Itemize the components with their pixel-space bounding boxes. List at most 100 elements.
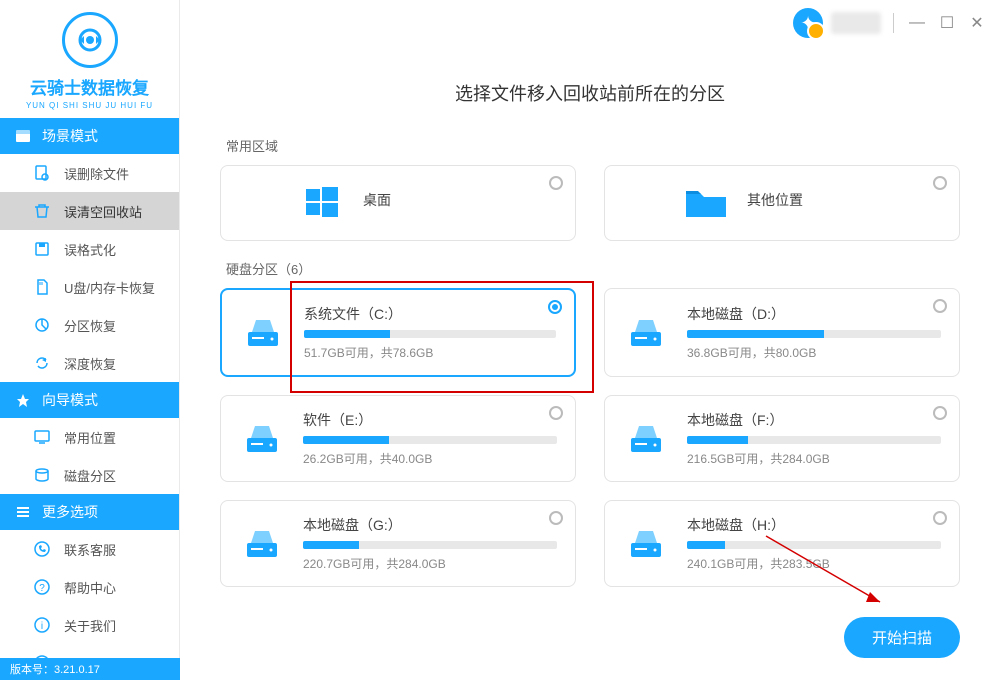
disk-usage-bar	[687, 330, 941, 338]
common-grid: 桌面 其他位置	[220, 165, 960, 241]
sidebar-item-deep[interactable]: 深度恢复	[0, 344, 179, 382]
section-label: 更多选项	[42, 502, 98, 522]
sidebar-item-label: 常用位置	[64, 428, 116, 447]
card-title: 其他位置	[747, 190, 803, 210]
page-title: 选择文件移入回收站前所在的分区	[220, 80, 960, 106]
sidebar-item-contact[interactable]: 联系客服	[0, 530, 179, 568]
logo-subtitle: YUN QI SHI SHU JU HUI FU	[0, 101, 179, 110]
radio-indicator	[933, 299, 947, 313]
sidebar-item-format[interactable]: 误格式化	[0, 230, 179, 268]
save-icon	[32, 239, 52, 259]
sidebar-item-common-location[interactable]: 常用位置	[0, 418, 179, 456]
drive-icon	[239, 521, 285, 567]
version-bar: 版本号：3.21.0.17	[0, 658, 180, 680]
drive-icon	[239, 416, 285, 462]
sidebar-item-usb[interactable]: U盘/内存卡恢复	[0, 268, 179, 306]
sidebar: 云骑士数据恢复 YUN QI SHI SHU JU HUI FU 场景模式 误删…	[0, 0, 180, 680]
disk-usage-bar	[687, 436, 941, 444]
disk-card-2[interactable]: 软件（E:） 26.2GB可用，共40.0GB	[220, 395, 576, 482]
disk-usage-text: 216.5GB可用，共284.0GB	[687, 450, 941, 467]
radio-indicator	[548, 300, 562, 314]
logo-icon	[62, 12, 118, 68]
main-panel: 选择文件移入回收站前所在的分区 常用区域 桌面 其他位置 硬盘分区（6） 系统文…	[180, 0, 1000, 680]
disk-usage-bar	[687, 541, 941, 549]
sidebar-item-label: 误删除文件	[64, 164, 129, 183]
sidebar-item-disk-partition[interactable]: 磁盘分区	[0, 456, 179, 494]
disk-usage-text: 26.2GB可用，共40.0GB	[303, 450, 557, 467]
radio-indicator	[933, 511, 947, 525]
svg-text:?: ?	[39, 583, 45, 594]
question-icon: ?	[32, 577, 52, 597]
menu-icon	[14, 503, 32, 521]
disk-card-1[interactable]: 本地磁盘（D:） 36.8GB可用，共80.0GB	[604, 288, 960, 377]
card-desktop[interactable]: 桌面	[220, 165, 576, 241]
section-header-scene[interactable]: 场景模式	[0, 118, 179, 154]
section-label: 向导模式	[42, 390, 98, 410]
disk-title: 软件（E:）	[303, 410, 557, 430]
section-header-wizard[interactable]: 向导模式	[0, 382, 179, 418]
disk-card-3[interactable]: 本地磁盘（F:） 216.5GB可用，共284.0GB	[604, 395, 960, 482]
disk-title: 系统文件（C:）	[304, 304, 556, 324]
drive-icon	[623, 521, 669, 567]
partition-icon	[32, 315, 52, 335]
sidebar-item-label: 关于我们	[64, 616, 116, 635]
sidebar-item-label: 误清空回收站	[64, 202, 142, 221]
pin-icon	[14, 391, 32, 409]
sidebar-item-partition[interactable]: 分区恢复	[0, 306, 179, 344]
disk-usage-text: 240.1GB可用，共283.5GB	[687, 555, 941, 572]
disk-usage-text: 220.7GB可用，共284.0GB	[303, 555, 557, 572]
card-title: 桌面	[363, 190, 391, 210]
windows-icon	[299, 180, 345, 226]
disk-card-4[interactable]: 本地磁盘（G:） 220.7GB可用，共284.0GB	[220, 500, 576, 587]
sidebar-item-label: 帮助中心	[64, 578, 116, 597]
disk-usage-bar	[303, 541, 557, 549]
sidebar-item-recycle-bin[interactable]: 误清空回收站	[0, 192, 179, 230]
radio-indicator	[549, 176, 563, 190]
folder-icon	[683, 180, 729, 226]
file-search-icon	[32, 163, 52, 183]
refresh-icon	[32, 353, 52, 373]
monitor-icon	[32, 427, 52, 447]
section-header-more[interactable]: 更多选项	[0, 494, 179, 530]
disk-usage-bar	[304, 330, 556, 338]
disk-partition-label: 硬盘分区（6）	[226, 259, 960, 278]
sidebar-item-label: 分区恢复	[64, 316, 116, 335]
radio-indicator	[933, 406, 947, 420]
start-scan-button[interactable]: 开始扫描	[844, 617, 960, 658]
radio-indicator	[549, 406, 563, 420]
section-label: 场景模式	[42, 126, 98, 146]
svg-text:i: i	[41, 621, 43, 632]
phone-icon	[32, 539, 52, 559]
disk-card-0[interactable]: 系统文件（C:） 51.7GB可用，共78.6GB	[220, 288, 576, 377]
info-icon: i	[32, 615, 52, 635]
radio-indicator	[933, 176, 947, 190]
trash-icon	[32, 201, 52, 221]
sidebar-item-help[interactable]: ? 帮助中心	[0, 568, 179, 606]
disk-title: 本地磁盘（H:）	[687, 515, 941, 535]
disk-usage-text: 51.7GB可用，共78.6GB	[304, 344, 556, 361]
logo-title: 云骑士数据恢复	[0, 74, 179, 99]
sidebar-item-deleted-files[interactable]: 误删除文件	[0, 154, 179, 192]
sidebar-item-label: 联系客服	[64, 540, 116, 559]
logo-block: 云骑士数据恢复 YUN QI SHI SHU JU HUI FU	[0, 0, 179, 118]
disk-usage-text: 36.8GB可用，共80.0GB	[687, 344, 941, 361]
disk-title: 本地磁盘（D:）	[687, 304, 941, 324]
drive-icon	[240, 310, 286, 356]
sidebar-item-about[interactable]: i 关于我们	[0, 606, 179, 644]
disk-grid: 系统文件（C:） 51.7GB可用，共78.6GB 本地磁盘（D:） 36.8G…	[220, 288, 960, 587]
drive-icon	[623, 310, 669, 356]
sidebar-item-label: 误格式化	[64, 240, 116, 259]
radio-indicator	[549, 511, 563, 525]
common-area-label: 常用区域	[226, 136, 960, 155]
drive-icon	[623, 416, 669, 462]
disk-icon	[32, 465, 52, 485]
disk-title: 本地磁盘（G:）	[303, 515, 557, 535]
card-other-location[interactable]: 其他位置	[604, 165, 960, 241]
sidebar-item-label: 磁盘分区	[64, 466, 116, 485]
disk-usage-bar	[303, 436, 557, 444]
sd-card-icon	[32, 277, 52, 297]
sidebar-item-label: U盘/内存卡恢复	[64, 278, 155, 297]
disk-title: 本地磁盘（F:）	[687, 410, 941, 430]
sidebar-item-label: 深度恢复	[64, 354, 116, 373]
disk-card-5[interactable]: 本地磁盘（H:） 240.1GB可用，共283.5GB	[604, 500, 960, 587]
